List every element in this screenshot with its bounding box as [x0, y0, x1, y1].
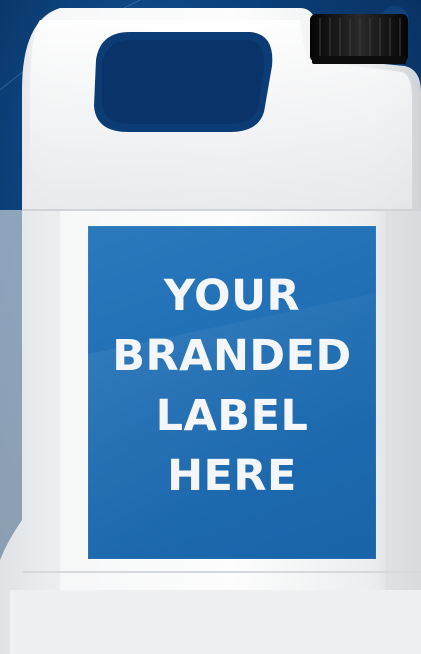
- label-line-3: LABEL: [155, 391, 309, 441]
- label-line-2: BRANDED: [112, 331, 352, 381]
- bottle-cap: [310, 14, 408, 62]
- label-line-1: YOUR: [163, 271, 301, 321]
- branded-label: YOUR BRANDED LABEL HERE: [88, 226, 376, 559]
- label-text: YOUR BRANDED LABEL HERE: [88, 266, 376, 506]
- product-image: YOUR BRANDED LABEL HERE: [0, 0, 421, 654]
- label-line-4: HERE: [167, 451, 297, 501]
